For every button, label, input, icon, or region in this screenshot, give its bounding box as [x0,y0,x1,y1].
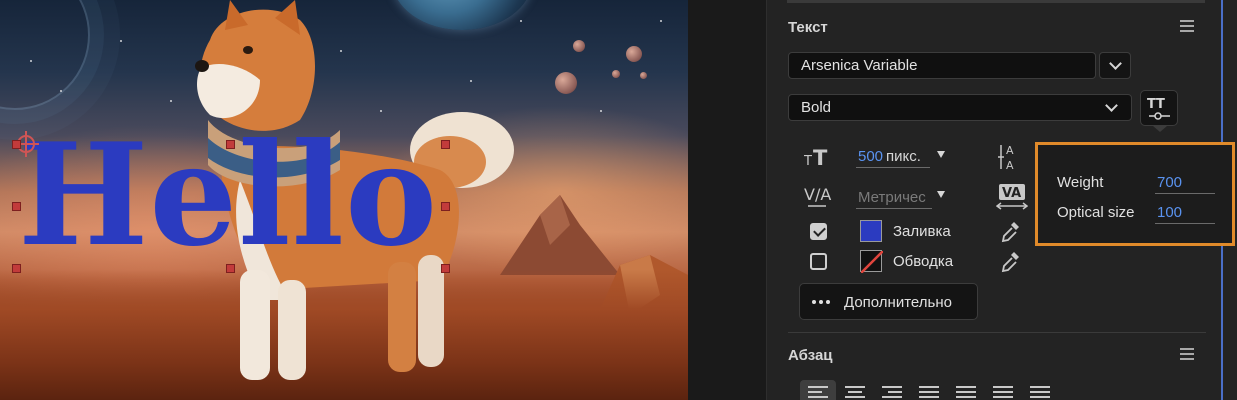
fill-color-swatch[interactable] [860,220,882,242]
font-style-dropdown[interactable]: Bold [788,94,1132,121]
align-right-button[interactable] [874,380,910,400]
leading-icon: A A [998,144,1014,171]
weight-underline [1155,193,1215,194]
transform-handle[interactable] [12,140,21,149]
variable-font-icon: T T [1147,97,1170,120]
font-size-unit: пикс. [886,148,921,165]
align-center-button[interactable] [837,380,873,400]
font-size-underline [856,167,930,168]
justify-left-button[interactable] [911,380,947,400]
svg-text:T: T [1156,97,1165,112]
kerning-value[interactable]: Метричес [858,189,926,206]
chevron-down-icon [1105,99,1118,112]
svg-text:A: A [1006,144,1014,157]
variable-font-button[interactable]: T T [1140,90,1178,126]
variable-axes-popover: Weight 700 Optical size 100 [1035,142,1235,246]
transform-handle[interactable] [441,202,450,211]
stroke-checkbox[interactable] [810,253,827,270]
transform-handle[interactable] [226,264,235,273]
panel-divider [787,0,1205,3]
moon-image [555,72,577,94]
font-size-caret-icon[interactable] [937,151,945,158]
font-family-value: Arsenica Variable [801,57,918,74]
moon-image [573,40,585,52]
justify-right-button[interactable] [985,380,1021,400]
more-options-label: Дополнительно [844,294,952,311]
transform-handle[interactable] [12,202,21,211]
section-divider [788,332,1206,333]
svg-text:T: T [1147,97,1156,112]
kerning-icon: V/A [804,185,831,207]
canvas-gutter [688,0,766,400]
tracking-icon: VA [996,184,1028,210]
font-size-value[interactable]: 500 [858,148,883,165]
hamburger-menu-icon[interactable] [1180,20,1194,32]
font-size-icon: T T [804,146,828,167]
more-dots-icon [812,300,816,304]
moon-image [612,70,620,78]
optical-size-value[interactable]: 100 [1157,204,1182,221]
font-family-dropdown-button[interactable] [1099,52,1131,79]
eyedropper-icon[interactable] [1000,249,1022,273]
fill-checkbox[interactable] [810,223,827,240]
kerning-underline [856,208,932,209]
popover-caret [1153,126,1167,132]
transform-handle[interactable] [226,140,235,149]
font-family-dropdown[interactable]: Arsenica Variable [788,52,1096,79]
justify-center-button[interactable] [948,380,984,400]
svg-text:V/A: V/A [804,185,831,204]
svg-text:T: T [813,146,828,167]
justify-all-button[interactable] [1022,380,1058,400]
stroke-color-swatch[interactable] [860,250,884,274]
transform-handle[interactable] [12,264,21,273]
paragraph-section-title: Абзац [788,347,833,364]
optical-size-label: Optical size [1057,204,1135,221]
hamburger-menu-icon[interactable] [1180,348,1194,360]
align-left-button[interactable] [800,380,836,400]
artboard-canvas[interactable]: Hello [0,0,688,400]
font-style-value: Bold [801,99,832,116]
moon-image [626,46,642,62]
weight-value[interactable]: 700 [1157,174,1182,191]
eyedropper-icon[interactable] [1000,219,1022,243]
optical-size-underline [1155,223,1215,224]
transform-handle[interactable] [441,140,450,149]
weight-label: Weight [1057,174,1104,191]
svg-text:A: A [1006,159,1014,171]
stroke-label: Обводка [893,253,954,270]
transform-handle[interactable] [441,264,450,273]
nebula-swirl [0,0,90,110]
more-options-button[interactable]: Дополнительно [799,283,978,320]
chevron-down-icon [1109,57,1122,70]
kerning-caret-icon[interactable] [937,191,945,198]
text-section-title: Текст [788,19,828,36]
svg-text:VA: VA [1002,186,1021,201]
svg-text:T: T [804,154,812,167]
fill-label: Заливка [893,223,951,240]
moon-image [640,72,647,79]
